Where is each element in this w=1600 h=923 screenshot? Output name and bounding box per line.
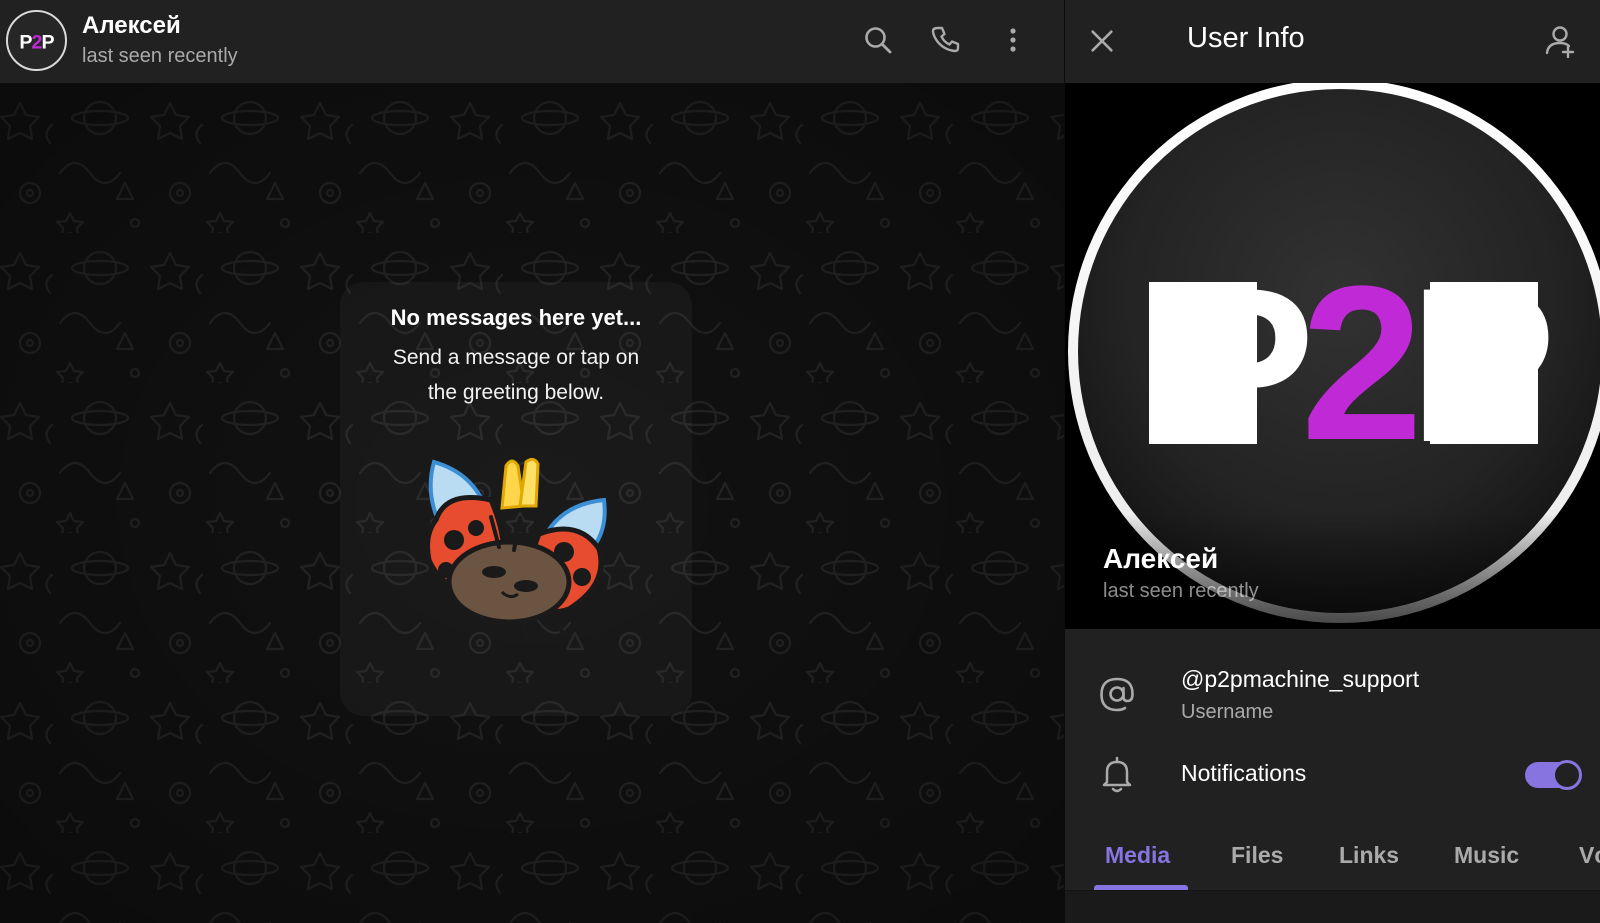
media-tab-content (1065, 891, 1600, 923)
greeting-sticker[interactable] (414, 452, 624, 646)
chat-header: P2P Алексей last seen recently (0, 0, 1064, 83)
svg-text:P2P: P2P (1168, 240, 1549, 488)
chat-avatar[interactable]: P2P (6, 10, 67, 71)
chat-title[interactable]: Алексей (82, 12, 181, 40)
toggle-knob (1552, 760, 1582, 790)
chat-status: last seen recently (82, 45, 238, 67)
phone-icon (931, 26, 960, 53)
add-contact-icon (1545, 26, 1575, 58)
more-button[interactable] (991, 18, 1035, 62)
empty-chat-description-line: Send a message or tap on (392, 346, 640, 369)
empty-chat-description: Send a message or tap on the greeting be… (340, 340, 692, 410)
notifications-label: Notifications (1181, 760, 1307, 786)
username-label: Username (1181, 701, 1274, 723)
search-button[interactable] (856, 18, 900, 62)
svg-text:P2P: P2P (19, 31, 54, 53)
close-button[interactable] (1079, 18, 1125, 64)
user-info-title: User Info (1187, 22, 1305, 54)
bell-icon (1102, 756, 1132, 793)
close-icon (1091, 30, 1113, 52)
profile-photo[interactable]: P2P Алексей last seen recently (1065, 83, 1600, 629)
username-row[interactable]: @p2pmachine_support Username (1065, 650, 1600, 730)
tab-links[interactable]: Links (1339, 842, 1399, 869)
call-button[interactable] (924, 18, 968, 62)
tab-music[interactable]: Music (1454, 842, 1519, 869)
search-icon (865, 27, 892, 54)
ladybug-sticker-icon (425, 457, 607, 644)
more-vertical-icon (1010, 28, 1016, 52)
chat-panel: P2P Алексей last seen recently No messag… (0, 0, 1064, 923)
notifications-row[interactable]: Notifications (1065, 748, 1600, 800)
tab-media[interactable]: Media (1105, 842, 1170, 869)
username-value: @p2pmachine_support (1181, 666, 1420, 692)
tab-voice[interactable]: Vc (1579, 842, 1600, 869)
at-sign-icon (1100, 677, 1134, 712)
user-info-header: User Info (1065, 0, 1600, 83)
empty-chat-description-line: the greeting below. (427, 381, 605, 404)
add-contact-button[interactable] (1535, 18, 1585, 64)
profile-status: last seen recently (1103, 580, 1259, 602)
tab-files[interactable]: Files (1231, 842, 1283, 869)
media-tabs: Media Files Links Music Vc (1065, 820, 1600, 892)
empty-chat-title: No messages here yet... (390, 305, 642, 330)
user-info-panel: User Info P2P Алексей last seen recently… (1064, 0, 1600, 923)
notifications-toggle[interactable] (1525, 760, 1582, 790)
profile-name: Алексей (1103, 543, 1219, 574)
